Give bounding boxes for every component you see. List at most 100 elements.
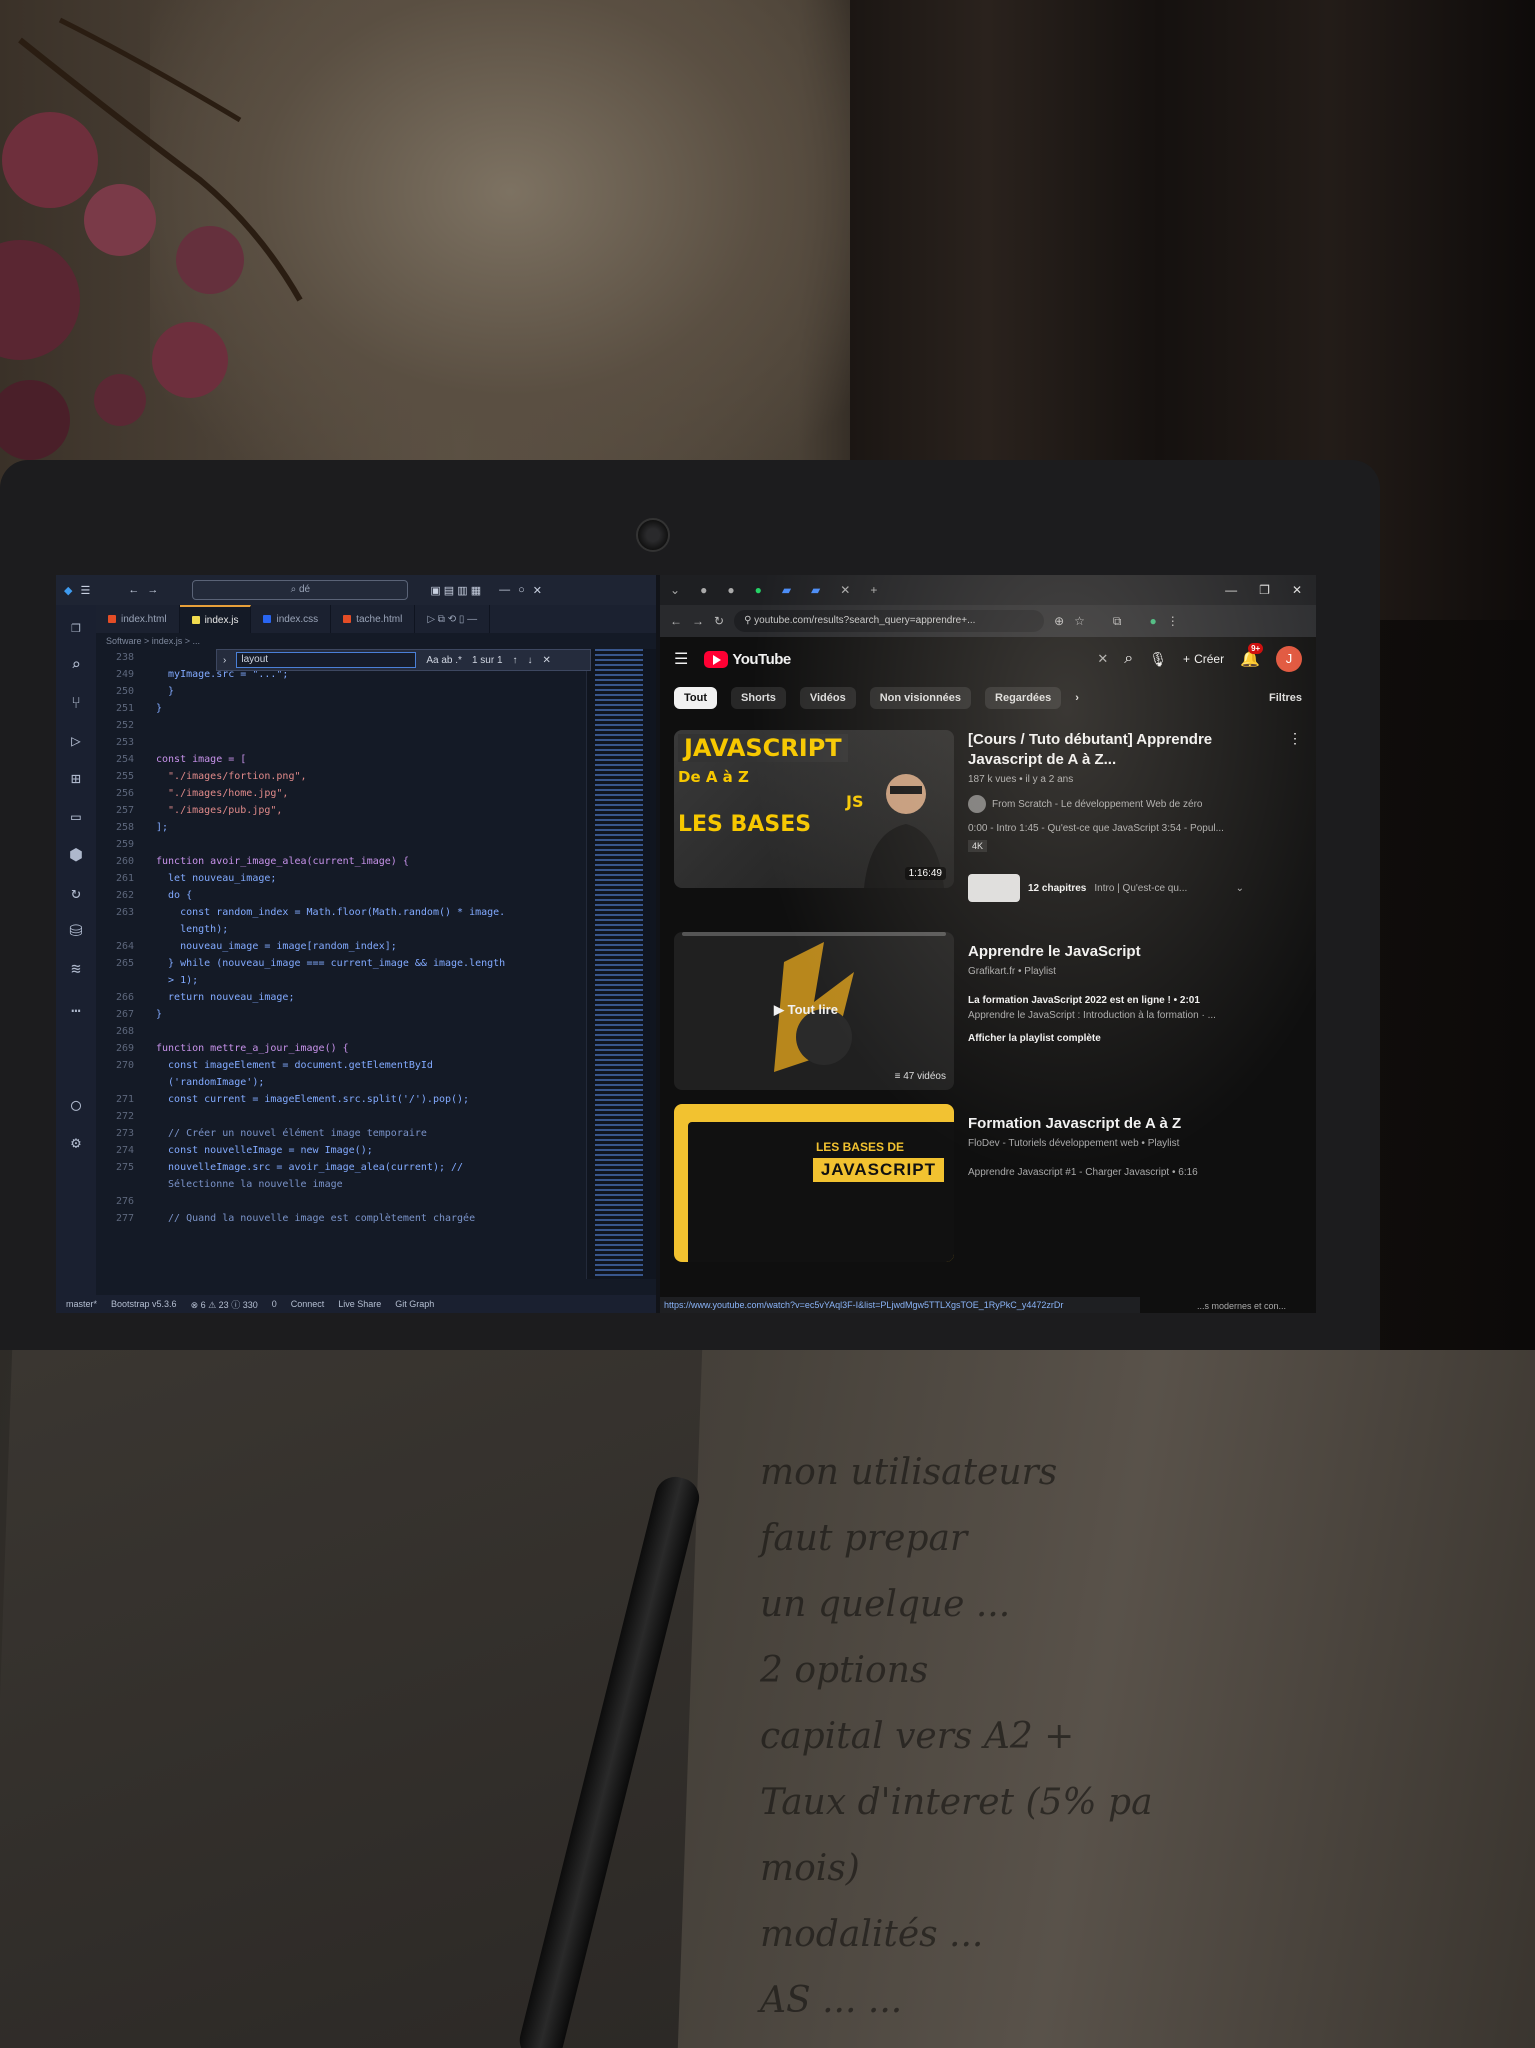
playlist-thumbnail[interactable]: ▶ Tout lire ≡ 47 vidéos	[674, 932, 954, 1090]
editor-tab[interactable]: index.html	[96, 605, 180, 633]
quality-badge: 4K	[968, 840, 988, 852]
command-search-input[interactable]: ⌕ dé	[192, 580, 409, 600]
clear-search-icon[interactable]: ✕	[1097, 651, 1108, 667]
tab-list-chevron-icon[interactable]: ⌄	[670, 583, 680, 597]
video-title[interactable]: [Cours / Tuto débutant] Apprendre Javasc…	[968, 730, 1274, 770]
menu-icon[interactable]: ☰	[80, 584, 90, 597]
video-thumbnail[interactable]: JAVASCRIPT De A à Z LES BASES JS 1:16:49	[674, 730, 954, 888]
playlist-item[interactable]: Apprendre le JavaScript : Introduction à…	[968, 1010, 1302, 1021]
live-share-icon[interactable]: ↻	[66, 883, 86, 903]
playlist-title[interactable]: Apprendre le JavaScript	[968, 942, 1302, 962]
filter-chip[interactable]: Non visionnées	[869, 687, 972, 709]
extensions-icon[interactable]: ⊞	[66, 769, 86, 789]
profile-icon[interactable]: ●	[1149, 614, 1156, 628]
maximize-icon[interactable]: ○	[518, 584, 525, 596]
python-icon[interactable]: ⬢	[66, 845, 86, 865]
browser-menu-icon[interactable]: ⋮	[1167, 614, 1179, 628]
match-options-icon[interactable]: Aa ab .*	[426, 655, 462, 666]
explorer-icon[interactable]: ❐	[66, 617, 86, 637]
code-editor[interactable]: 238 249 250 251 252 253 254 255 256 257 258 259 260 2…	[96, 649, 586, 1279]
status-item[interactable]: ⊗ 6 ⚠ 23 ⓘ 330	[191, 1298, 258, 1311]
minimize-icon[interactable]: —	[1225, 583, 1237, 597]
install-app-icon[interactable]: ⊕	[1054, 614, 1064, 628]
playlist-channel[interactable]: FloDev - Tutoriels développement web • P…	[968, 1138, 1302, 1149]
layout-icons[interactable]: ▣ ▤ ▥ ▦	[430, 584, 481, 597]
chevron-down-icon[interactable]: ⌄	[1236, 883, 1244, 894]
editor-actions[interactable]: ▷ ⧉ ⟲ ▯ —	[415, 605, 491, 633]
playlist-thumbnail[interactable]: LES BASES DE JAVASCRIPT	[674, 1104, 954, 1262]
more-options-icon[interactable]: ⋮	[1288, 730, 1302, 902]
database-icon[interactable]: ⛁	[66, 921, 86, 941]
tab-icon[interactable]: ●	[727, 583, 734, 597]
create-button[interactable]: + Créer	[1183, 652, 1224, 666]
remote-icon[interactable]: ▭	[66, 807, 86, 827]
notifications-button[interactable]: 🔔 9+	[1240, 643, 1264, 669]
maximize-icon[interactable]: ❐	[1259, 583, 1270, 597]
close-icon[interactable]: ✕	[1292, 583, 1302, 597]
settings-gear-icon[interactable]: ⚙	[66, 1133, 86, 1153]
status-item[interactable]: Bootstrap v5.3.6	[111, 1299, 177, 1309]
minimize-icon[interactable]: —	[499, 584, 510, 596]
filters-button[interactable]: Filtres	[1269, 692, 1302, 704]
playlist-channel[interactable]: Grafikart.fr • Playlist	[968, 966, 1302, 977]
back-arrow-icon[interactable]: ←	[128, 584, 139, 596]
editor-tab[interactable]: index.css	[251, 605, 332, 633]
extensions-icon[interactable]: ⧉	[1113, 614, 1122, 629]
play-all-button[interactable]: ▶ Tout lire	[774, 1002, 838, 1018]
show-full-playlist-link[interactable]: Afficher la playlist complète	[968, 1033, 1302, 1044]
tab-icon[interactable]: ▰	[782, 583, 791, 597]
github-tab-icon[interactable]: ●	[700, 583, 707, 597]
minimap[interactable]	[586, 649, 656, 1279]
chapters-row[interactable]: 12 chapitres Intro | Qu'est-ce qu... ⌄	[968, 874, 1274, 902]
layers-icon[interactable]: ≋	[66, 959, 86, 979]
playlist-title[interactable]: Formation Javascript de A à Z	[968, 1114, 1302, 1134]
previous-match-icon[interactable]: ↑	[513, 655, 518, 666]
source-control-icon[interactable]: ⑂	[66, 693, 86, 713]
avatar[interactable]: J	[1276, 646, 1302, 672]
reload-icon[interactable]: ↻	[714, 614, 724, 628]
playlist-result[interactable]: ▶ Tout lire ≡ 47 vidéos Apprendre le Jav…	[674, 932, 1302, 1090]
playlist-item-highlight[interactable]: La formation JavaScript 2022 est en lign…	[968, 995, 1302, 1006]
microphone-icon[interactable]: 🎙	[1149, 651, 1167, 668]
expand-chevron-icon[interactable]: ›	[223, 655, 226, 666]
hamburger-menu-icon[interactable]: ☰	[674, 649, 688, 669]
bookmark-star-icon[interactable]: ☆	[1074, 614, 1085, 628]
close-icon[interactable]: ✕	[533, 584, 542, 597]
playlist-result[interactable]: LES BASES DE JAVASCRIPT Formation Javasc…	[674, 1104, 1302, 1262]
search-results: JAVASCRIPT De A à Z LES BASES JS 1:16:49…	[674, 730, 1302, 1276]
channel-row[interactable]: From Scratch - Le développement Web de z…	[968, 795, 1274, 813]
search-icon[interactable]: ⌕	[66, 655, 86, 675]
more-icon[interactable]: …	[66, 997, 86, 1017]
next-match-icon[interactable]: ↓	[528, 655, 533, 666]
status-item[interactable]: 0	[272, 1299, 277, 1309]
search-icon[interactable]: ⌕	[1124, 650, 1133, 668]
filter-chip[interactable]: Tout	[674, 687, 718, 709]
youtube-logo[interactable]: YouTube	[704, 650, 791, 668]
editor-tab[interactable]: index.js	[179, 605, 252, 633]
filter-chip[interactable]: Vidéos	[799, 687, 856, 709]
whatsapp-tab-icon[interactable]: ●	[755, 583, 762, 597]
video-result[interactable]: JAVASCRIPT De A à Z LES BASES JS 1:16:49…	[674, 730, 1302, 902]
status-item[interactable]: Live Share	[338, 1299, 381, 1309]
close-find-icon[interactable]: ✕	[543, 655, 551, 666]
status-item[interactable]: master*	[66, 1299, 97, 1309]
run-debug-icon[interactable]: ▷	[66, 731, 86, 751]
find-input[interactable]: layout	[236, 652, 417, 668]
tab-icon[interactable]: ▰	[811, 583, 820, 597]
new-tab-icon[interactable]: +	[870, 583, 877, 597]
account-icon[interactable]: ◯	[66, 1095, 86, 1115]
filter-chip[interactable]: Regardées	[985, 687, 1062, 709]
url-field[interactable]: ⚲ youtube.com/results?search_query=appre…	[734, 610, 1045, 632]
forward-arrow-icon[interactable]: →	[147, 584, 158, 596]
forward-icon[interactable]: →	[692, 614, 704, 628]
close-tab-icon[interactable]: ✕	[840, 583, 850, 597]
play-icon: ▶	[774, 1002, 788, 1017]
filter-chip[interactable]: Shorts	[731, 687, 786, 709]
editor-tab[interactable]: tache.html	[331, 605, 416, 633]
back-icon[interactable]: ←	[670, 614, 682, 628]
playlist-item[interactable]: Apprendre Javascript #1 - Charger Javasc…	[968, 1167, 1302, 1178]
status-item[interactable]: Connect	[291, 1299, 325, 1309]
status-item[interactable]: Git Graph	[395, 1299, 434, 1309]
site-info-icon[interactable]: ⚲	[744, 615, 754, 626]
chips-next-icon[interactable]: ›	[1075, 692, 1079, 704]
